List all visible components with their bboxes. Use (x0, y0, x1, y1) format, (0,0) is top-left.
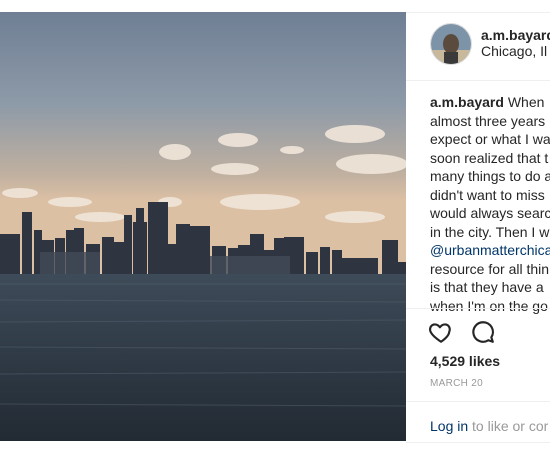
caption-line: didn't want to miss (430, 186, 545, 203)
comment-icon[interactable] (470, 319, 496, 345)
post-caption: a.m.bayard When almost three years expec… (430, 93, 550, 315)
post-location[interactable]: Chicago, Il (481, 43, 547, 59)
caption-author[interactable]: a.m.bayard (430, 94, 504, 110)
caption-mention[interactable]: @urbanmatterchica (430, 241, 550, 260)
heart-icon[interactable] (428, 319, 454, 345)
post-date[interactable]: MARCH 20 (430, 378, 483, 389)
login-row: Log in to like or cor (406, 401, 550, 442)
caption-line: would always searc (430, 205, 550, 221)
post-header: a.m.bayard Chicago, Il (406, 13, 550, 81)
skyline-image (0, 12, 406, 441)
caption-line: in the city. Then I w (430, 223, 550, 240)
caption-text: When (503, 94, 545, 110)
caption-line: is that they have a (430, 279, 544, 295)
post-sidebar: a.m.bayard Chicago, Il a.m.bayard When a… (406, 12, 550, 443)
avatar-image (431, 24, 471, 64)
caption-line: many things to do a (430, 168, 550, 184)
caption-line: a.m.bayard When (430, 93, 550, 112)
post-actions (406, 308, 550, 349)
login-prompt-text: to like or cor (468, 418, 549, 434)
post-username[interactable]: a.m.bayard (481, 27, 550, 43)
post-photo[interactable] (0, 12, 406, 441)
avatar[interactable] (430, 23, 472, 65)
caption-line: resource for all thin (430, 260, 550, 277)
caption-line: almost three years (430, 112, 546, 129)
login-prompt: Log in to like or cor (430, 418, 548, 434)
caption-line: soon realized that t (430, 149, 549, 166)
caption-line: expect or what I wa (430, 131, 550, 147)
login-link[interactable]: Log in (430, 418, 468, 434)
likes-count[interactable]: 4,529 likes (430, 353, 500, 369)
